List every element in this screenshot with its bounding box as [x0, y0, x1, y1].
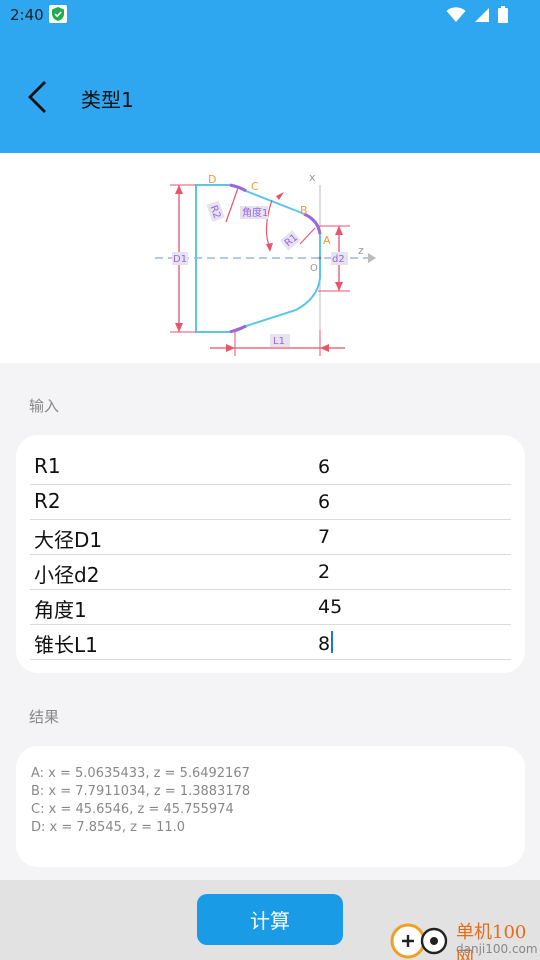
input-label: R1: [34, 454, 61, 478]
battery-icon: [498, 6, 508, 23]
cellular-signal-icon: [475, 7, 489, 22]
input-row-d2: 小径d2 2: [30, 555, 511, 590]
label-axis-x: x: [309, 171, 316, 184]
input-label: R2: [34, 489, 61, 513]
input-row-r1: R1 6: [30, 450, 511, 485]
input-label: 角度1: [34, 598, 87, 622]
input-field-angle[interactable]: 45: [318, 596, 342, 618]
input-section-label: 输入: [29, 397, 60, 415]
label-point-c: C: [251, 180, 259, 193]
input-field-r1[interactable]: 6: [318, 456, 330, 478]
cone-profile-drawing: D C B A O x z R2 角度1 R1 D1 d2 L1: [155, 171, 376, 356]
result-text: A: x = 5.0635433, z = 5.6492167 B: x = 7…: [31, 765, 250, 837]
security-shield-icon: [49, 5, 67, 23]
input-row-r2: R2 6: [30, 485, 511, 520]
label-point-a: A: [323, 234, 331, 247]
wifi-icon: [446, 6, 466, 22]
label-angle: 角度1: [242, 206, 268, 219]
result-line-b: B: x = 7.7911034, z = 1.3883178: [31, 784, 251, 799]
input-card: R1 6 R2 6 大径D1 7 小径d2 2 角度1 45 锥长L1 8: [16, 435, 525, 673]
input-field-d1[interactable]: 7: [318, 526, 330, 548]
label-d2: d2: [332, 254, 345, 265]
page-title: 类型1: [81, 88, 134, 112]
label-point-d: D: [208, 173, 216, 186]
input-label: 大径D1: [34, 528, 103, 552]
back-arrow-icon: [28, 81, 46, 113]
input-label: 小径d2: [34, 563, 100, 587]
input-label: 锥长L1: [34, 633, 98, 657]
result-line-a: A: x = 5.0635433, z = 5.6492167: [31, 766, 250, 781]
status-time: 2:40: [10, 6, 44, 24]
label-origin-o: O: [310, 263, 318, 274]
label-d1: D1: [173, 254, 187, 265]
input-value: 8: [318, 633, 331, 655]
input-field-r2[interactable]: 6: [318, 491, 330, 513]
watermark-logo-icon: [390, 923, 448, 959]
result-section-label: 结果: [29, 708, 60, 726]
label-l1: L1: [273, 336, 285, 347]
label-point-b: B: [300, 204, 308, 217]
input-row-angle: 角度1 45: [30, 590, 511, 625]
calculate-button[interactable]: 计算: [197, 894, 343, 945]
watermark-url: danji100.com: [456, 942, 538, 956]
label-axis-z: z: [358, 244, 364, 257]
input-field-l1[interactable]: 8: [318, 631, 334, 655]
input-row-l1: 锥长L1 8: [30, 625, 511, 660]
input-row-d1: 大径D1 7: [30, 520, 511, 555]
input-field-d2[interactable]: 2: [318, 561, 330, 583]
app-bar: 2:40 类型1: [0, 0, 540, 153]
back-button[interactable]: [20, 76, 54, 118]
site-watermark: 单机100网 danji100.com: [388, 915, 540, 960]
result-line-d: D: x = 7.8545, z = 11.0: [31, 820, 186, 835]
geometry-diagram: D C B A O x z R2 角度1 R1 D1 d2 L1: [0, 153, 540, 363]
result-card: A: x = 5.0635433, z = 5.6492167 B: x = 7…: [16, 746, 525, 867]
text-cursor: [331, 631, 334, 653]
result-line-c: C: x = 45.6546, z = 45.755974: [31, 802, 234, 817]
